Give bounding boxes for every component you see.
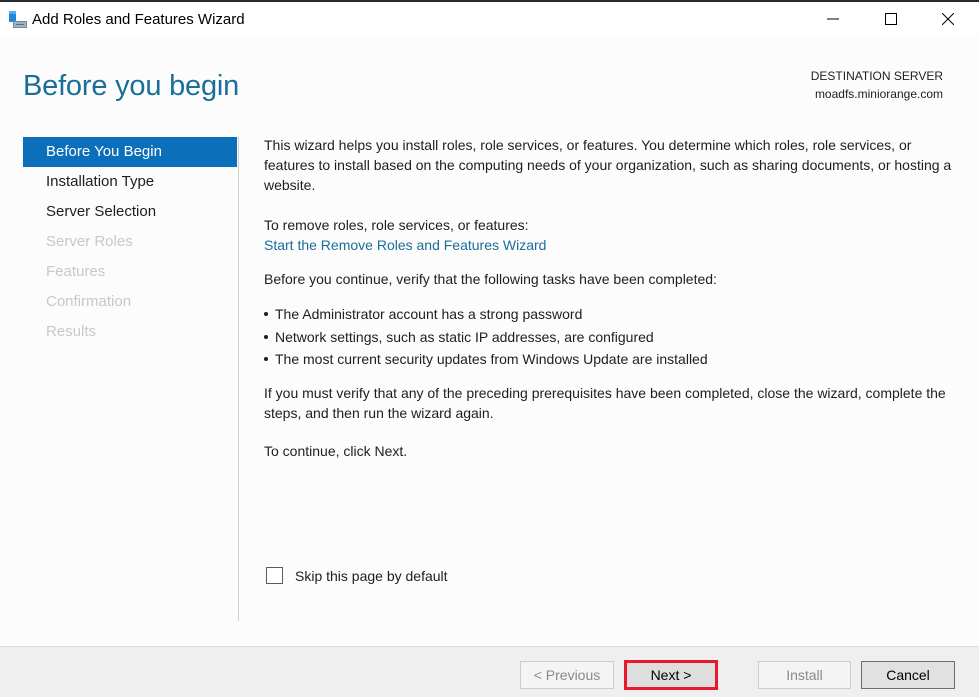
skip-page-option[interactable]: Skip this page by default (266, 567, 448, 584)
verify-text: Before you continue, verify that the fol… (264, 271, 717, 287)
skip-page-label: Skip this page by default (295, 567, 448, 584)
task-text: Network settings, such as static IP addr… (275, 328, 654, 345)
destination-server-label: DESTINATION SERVER (810, 69, 943, 83)
wizard-footer: < Previous Next > Install Cancel (0, 646, 979, 697)
server-manager-icon (9, 11, 27, 28)
list-item: Network settings, such as static IP addr… (264, 326, 708, 349)
list-item: The Administrator account has a strong p… (264, 303, 708, 326)
close-icon (942, 13, 954, 25)
wizard-steps-nav: Before You Begin Installation Type Serve… (23, 137, 237, 347)
destination-server-name: moadfs.miniorange.com (814, 87, 943, 101)
bullet-icon (264, 334, 268, 339)
nav-divider (238, 137, 239, 621)
list-item: The most current security updates from W… (264, 348, 708, 371)
nav-item-results: Results (46, 323, 97, 340)
minimize-icon (827, 18, 839, 20)
bullet-icon (264, 357, 268, 361)
nav-item-server-roles: Server Roles (46, 233, 133, 250)
page-title: Before you begin (23, 70, 240, 102)
nav-item-installation-type[interactable]: Installation Type (23, 167, 237, 197)
remove-instructions: To remove roles, role services, or featu… (264, 217, 529, 233)
minimize-button[interactable] (810, 2, 856, 36)
skip-page-checkbox[interactable] (266, 567, 283, 584)
nav-item-features: Features (46, 263, 106, 280)
previous-button[interactable]: < Previous (520, 661, 614, 689)
window-title: Add Roles and Features Wizard (32, 11, 245, 28)
continue-text: To continue, click Next. (264, 443, 408, 459)
task-text: The Administrator account has a strong p… (275, 306, 583, 322)
task-text: The most current security updates from W… (275, 351, 708, 367)
wizard-content: Before you begin DESTINATION SERVER moad… (0, 36, 979, 646)
maximize-icon (885, 13, 897, 25)
install-button[interactable]: Install (758, 661, 851, 689)
bullet-icon (264, 312, 268, 316)
intro-text: This wizard helps you install roles, rol… (264, 137, 952, 193)
nav-item-server-selection[interactable]: Server Selection (23, 197, 237, 227)
prerequisite-list: The Administrator account has a strong p… (264, 303, 708, 371)
next-button[interactable]: Next > (624, 660, 718, 690)
nav-item-before-you-begin[interactable]: Before You Begin (23, 137, 237, 167)
nav-item-confirmation: Confirmation (46, 293, 132, 310)
maximize-button[interactable] (868, 2, 914, 36)
must-verify-text: If you must verify that any of the prece… (264, 385, 946, 421)
close-button[interactable] (925, 2, 971, 36)
title-bar[interactable]: Add Roles and Features Wizard (0, 2, 979, 36)
remove-roles-wizard-link[interactable]: Start the Remove Roles and Features Wiza… (264, 235, 546, 255)
cancel-button[interactable]: Cancel (861, 661, 955, 689)
